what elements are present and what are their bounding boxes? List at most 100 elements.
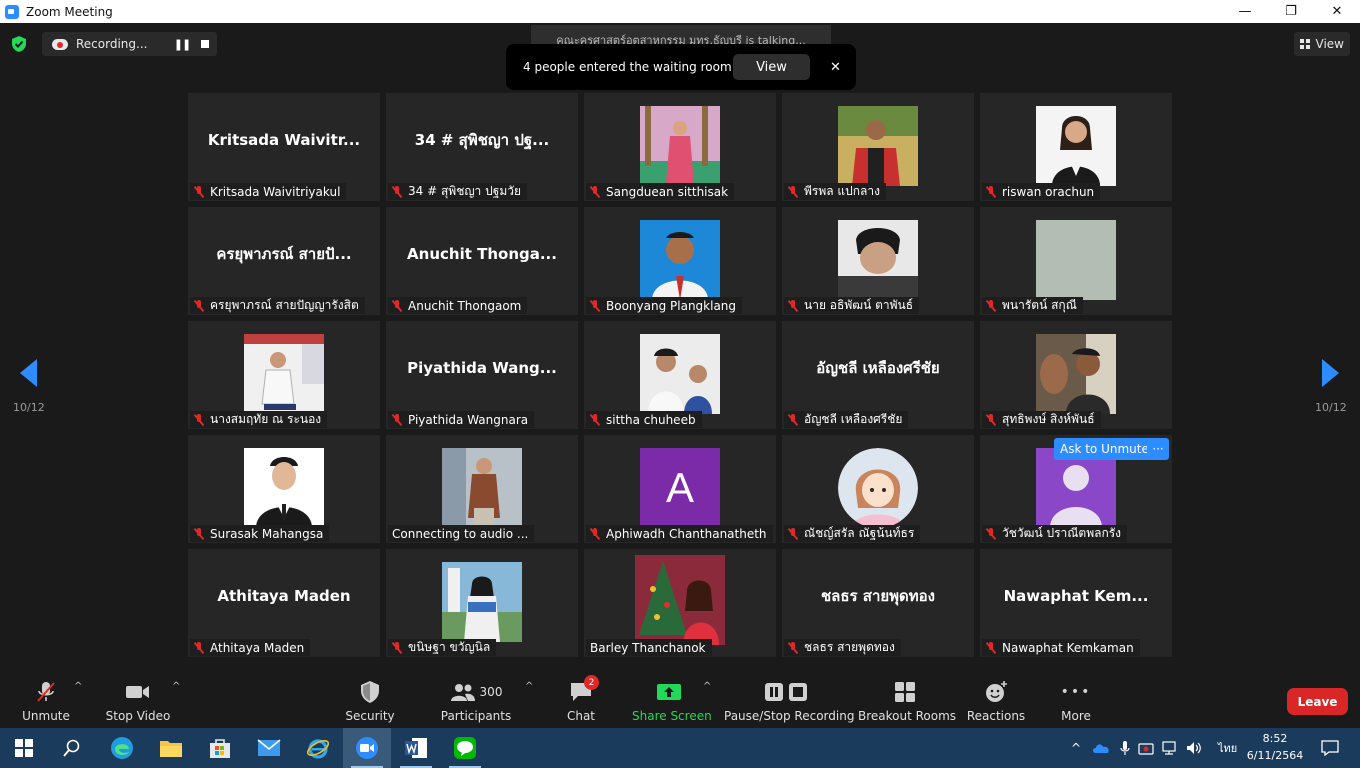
taskbar-zoom[interactable] <box>343 728 391 768</box>
participant-name-bar: นาย อธิพัฒน์ ตาพันธ์ <box>784 297 920 314</box>
stop-video-button[interactable]: Stop Video <box>104 679 172 723</box>
taskbar-edge[interactable] <box>98 728 146 768</box>
share-options-caret[interactable]: ^ <box>703 681 711 692</box>
participant-tile[interactable]: sittha chuheeb <box>584 321 776 429</box>
participant-more-button[interactable]: ··· <box>1147 438 1169 460</box>
participant-avatar <box>838 220 918 300</box>
muted-mic-icon <box>590 299 600 312</box>
participant-tile[interactable]: riswan orachun <box>980 93 1172 201</box>
tray-expand-caret[interactable]: ^ <box>1066 741 1086 755</box>
taskbar-internet-explorer[interactable] <box>294 728 342 768</box>
reactions-button[interactable]: Reactions <box>966 679 1026 723</box>
participant-name-bar: อัญชลี เหลืองศรีชัย <box>784 411 909 428</box>
page-indicator-right: 10/12 <box>1315 401 1347 414</box>
participant-tile[interactable]: Surasak Mahangsa <box>188 435 380 543</box>
participant-tile[interactable]: Sangduean sitthisak <box>584 93 776 201</box>
close-window-button[interactable]: ✕ <box>1314 0 1360 23</box>
participant-tile[interactable]: Kritsada Waivitr... Kritsada Waivitriyaku… <box>188 93 380 201</box>
participant-name-bar: riswan orachun <box>982 183 1101 200</box>
participant-display-name: 34 # สุพิชญา ปฐ... <box>414 131 550 149</box>
participant-tile[interactable]: Barley Thanchanok <box>584 549 776 657</box>
zoom-icon <box>356 737 378 759</box>
minimize-button[interactable]: — <box>1222 0 1268 23</box>
participant-tile[interactable]: อัญชลี เหลืองศรีชัย อัญชลี เหลืองศรีชัย <box>782 321 974 429</box>
start-button[interactable] <box>0 728 48 768</box>
line-app-icon <box>454 737 476 759</box>
video-options-caret[interactable]: ^ <box>172 681 180 692</box>
participant-display-name: Nawaphat Kem... <box>1003 587 1149 605</box>
view-layout-button[interactable]: View <box>1293 32 1350 56</box>
participant-tile[interactable]: Piyathida Wang... Piyathida Wangnara <box>386 321 578 429</box>
more-dots-icon: ••• <box>1060 684 1092 700</box>
participant-tile[interactable]: ครยุพาภรณ์ สายปั... ครยุพาภรณ์ สายปัญญารั… <box>188 207 380 315</box>
onedrive-cloud-icon[interactable] <box>1092 742 1110 754</box>
breakout-rooms-button[interactable]: Breakout Rooms <box>858 679 956 723</box>
ask-to-unmute-button[interactable]: Ask to Unmute <box>1054 438 1155 460</box>
participants-options-caret[interactable]: ^ <box>525 681 533 692</box>
notification-center-button[interactable] <box>1306 728 1354 768</box>
taskbar-clock[interactable]: 8:52 6/11/2564 <box>1242 730 1308 764</box>
participant-tile[interactable]: นางสมฤทัย ณ ระนอง <box>188 321 380 429</box>
pause-stop-recording-button[interactable]: Pause/Stop Recording <box>724 679 854 723</box>
participants-button[interactable]: 300 Participants <box>440 679 512 723</box>
participant-display-name: ครยุพาภรณ์ สายปั... <box>216 245 352 263</box>
participant-tile[interactable]: ณัชญ์สรัล ณัฐน้นท์ธร <box>782 435 974 543</box>
audio-options-caret[interactable]: ^ <box>74 681 82 692</box>
participant-tile[interactable]: นาย อธิพัฒน์ ตาพันธ์ <box>782 207 974 315</box>
pause-recording-button[interactable]: ❚❚ <box>171 38 193 51</box>
participant-tile[interactable]: Anuchit Thonga... Anuchit Thongaom <box>386 207 578 315</box>
participant-tile[interactable]: Boonyang Plangklang <box>584 207 776 315</box>
participant-tile[interactable]: ชลธร สายพุดทอง ชลธร สายพุดทอง <box>782 549 974 657</box>
network-tray-icon[interactable] <box>1162 741 1178 755</box>
participant-name-bar: sittha chuheeb <box>586 411 702 428</box>
participant-tile[interactable]: พีรพล แปกลาง <box>782 93 974 201</box>
window-title: Zoom Meeting <box>26 4 113 19</box>
close-notification-button[interactable]: ✕ <box>830 60 841 75</box>
security-button[interactable]: Security <box>340 679 400 723</box>
view-waiting-room-button[interactable]: View <box>733 54 810 80</box>
participant-tile[interactable]: Connecting to audio ... <box>386 435 578 543</box>
participant-name: ณัชญ์สรัล ณัฐน้นท์ธร <box>804 526 915 540</box>
next-page-button[interactable]: 10/12 <box>1315 359 1347 414</box>
encryption-shield-icon[interactable] <box>10 35 28 53</box>
participant-tile[interactable]: 34 # สุพิชญา ปฐ... 34 # สุพิชญา ปฐมวัย <box>386 93 578 201</box>
input-language[interactable]: ไทย <box>1218 739 1237 757</box>
muted-mic-icon <box>788 527 798 540</box>
participant-tile[interactable]: สุทธิพงษ์ สิงห์พันธ์ <box>980 321 1172 429</box>
taskbar-word[interactable] <box>392 728 440 768</box>
participant-name: Nawaphat Kemkaman <box>1002 640 1134 655</box>
participant-name-bar: Nawaphat Kemkaman <box>982 639 1140 656</box>
more-button[interactable]: ••• More <box>1052 679 1100 723</box>
participant-name: riswan orachun <box>1002 184 1095 199</box>
camera-tray-icon[interactable] <box>1138 741 1154 755</box>
windows-logo-icon <box>15 739 33 757</box>
participant-tile[interactable]: A Aphiwadh Chanthanatheth <box>584 435 776 543</box>
participant-avatar <box>640 334 720 414</box>
taskbar-store[interactable] <box>196 728 244 768</box>
chat-button[interactable]: 2 Chat <box>561 675 601 723</box>
taskbar-file-explorer[interactable] <box>147 728 195 768</box>
share-screen-button[interactable]: Share Screen <box>632 679 712 723</box>
leave-meeting-button[interactable]: Leave <box>1287 688 1348 715</box>
participant-name-bar: Connecting to audio ... <box>388 525 535 542</box>
previous-page-button[interactable]: 10/12 <box>13 359 45 414</box>
waiting-room-text: 4 people entered the waiting room <box>523 60 732 74</box>
microphone-tray-icon[interactable] <box>1120 740 1130 756</box>
participant-tile[interactable]: Athitaya Maden Athitaya Maden <box>188 549 380 657</box>
volume-tray-icon[interactable] <box>1186 741 1202 755</box>
participant-tile[interactable]: Nawaphat Kem... Nawaphat Kemkaman <box>980 549 1172 657</box>
taskbar-line[interactable] <box>441 728 489 768</box>
participant-name-bar: พีรพล แปกลาง <box>784 183 887 200</box>
participant-tile[interactable]: ขนิษฐา ขวัญนิล <box>386 549 578 657</box>
clock-time: 8:52 <box>1262 732 1288 745</box>
maximize-button[interactable]: ❐ <box>1268 0 1314 23</box>
stop-recording-button[interactable] <box>201 40 209 48</box>
participant-name: Kritsada Waivitriyakul <box>210 184 341 199</box>
taskbar-search-button[interactable] <box>48 728 96 768</box>
muted-mic-icon <box>194 527 204 540</box>
participant-tile[interactable]: พนารัตน์ สกุณี <box>980 207 1172 315</box>
participant-avatar <box>244 334 324 414</box>
unmute-button[interactable]: Unmute <box>16 679 76 723</box>
taskbar-mail[interactable] <box>245 728 293 768</box>
clock-date: 6/11/2564 <box>1246 749 1304 762</box>
